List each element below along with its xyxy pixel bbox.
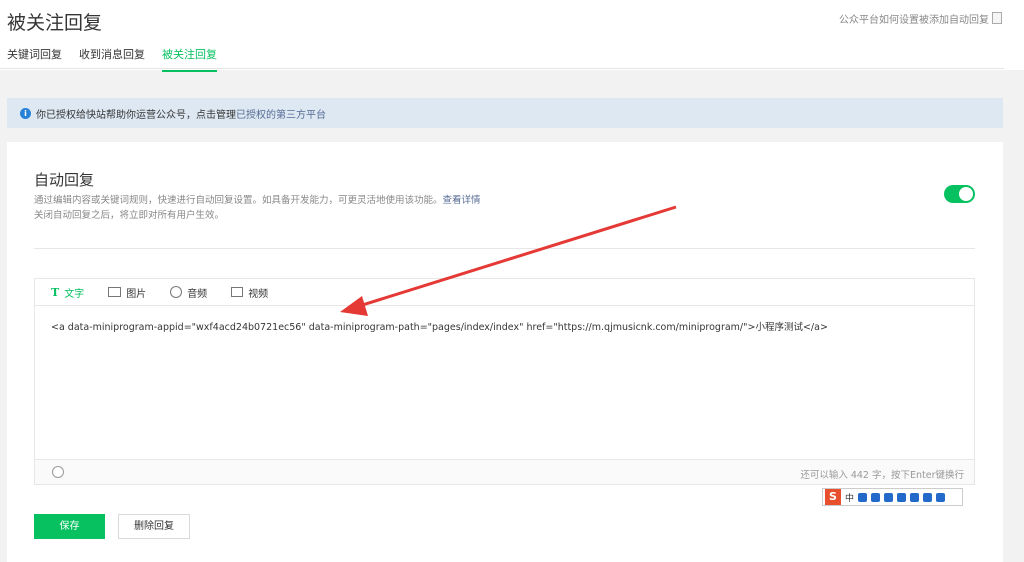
help-link[interactable]: 公众平台如何设置被添加自动回复: [839, 11, 989, 26]
video-icon: [231, 287, 244, 297]
editor-content[interactable]: <a data-miniprogram-appid="wxf4acd24b072…: [51, 319, 828, 333]
microphone-icon[interactable]: [884, 492, 894, 502]
save-button[interactable]: 保存: [34, 514, 105, 539]
editor-tab-image[interactable]: 图片: [108, 285, 146, 300]
emoji-icon[interactable]: [871, 492, 881, 502]
image-icon: [108, 287, 122, 297]
authorization-notice: i 你已授权给快站帮助你运营公众号，点击管理 已授权的第三方平台: [7, 98, 1003, 128]
info-icon: i: [20, 107, 31, 119]
editor-tab-video[interactable]: 视频: [231, 285, 268, 300]
text-icon: T: [51, 285, 60, 299]
ime-logo[interactable]: S: [825, 489, 841, 505]
auto-reply-note: 关闭自动回复之后，将立即对所有用户生效。: [34, 210, 225, 221]
keyboard-icon[interactable]: [897, 492, 907, 502]
grid-icon[interactable]: [936, 492, 946, 502]
punctuation-icon[interactable]: [858, 492, 868, 502]
delete-reply-button[interactable]: 删除回复: [118, 514, 190, 539]
editor-tab-label: 音频: [187, 288, 208, 300]
section-divider: [34, 248, 975, 249]
editor-tabs: T 文字 图片 音频 视频: [35, 279, 974, 306]
editor-footer: 还可以输入 442 字，按下Enter键换行: [35, 459, 974, 484]
auto-reply-toggle[interactable]: [944, 185, 975, 203]
page-header: 被关注回复 公众平台如何设置被添加自动回复 关键词回复 收到消息回复 被关注回复: [0, 0, 1024, 72]
ime-mode[interactable]: 中: [845, 491, 854, 504]
third-party-link[interactable]: 已授权的第三方平台: [236, 106, 326, 121]
character-counter: 还可以输入 442 字，按下Enter键换行: [800, 470, 964, 481]
description-text: 通过编辑内容或关键词规则，快速进行自动回复设置。如具备开发能力，可更灵活地使用该…: [34, 195, 443, 206]
editor-tab-audio[interactable]: 音频: [170, 285, 207, 300]
editor-tab-text[interactable]: T 文字: [51, 285, 84, 300]
tabs-divider: [0, 68, 1004, 69]
notice-text: 你已授权给快站帮助你运营公众号，点击管理: [36, 109, 236, 121]
editor-tab-label: 图片: [126, 288, 147, 300]
view-details-link[interactable]: 查看详情: [443, 195, 481, 206]
user-icon[interactable]: [910, 492, 920, 502]
audio-icon: [170, 286, 183, 298]
auto-reply-title: 自动回复: [34, 171, 95, 189]
editor-tab-label: 文字: [64, 288, 85, 300]
emoji-icon[interactable]: [52, 466, 64, 478]
document-icon[interactable]: [992, 12, 1002, 24]
editor-tab-label: 视频: [248, 288, 269, 300]
reply-editor: T 文字 图片 音频 视频 <a data-miniprogram-appid=…: [34, 278, 975, 485]
ime-toolbar: S 中: [822, 488, 963, 506]
toggle-knob: [959, 187, 973, 201]
page-title: 被关注回复: [7, 12, 103, 34]
auto-reply-description: 通过编辑内容或关键词规则，快速进行自动回复设置。如具备开发能力，可更灵活地使用该…: [34, 192, 481, 206]
shirt-icon[interactable]: [923, 492, 933, 502]
